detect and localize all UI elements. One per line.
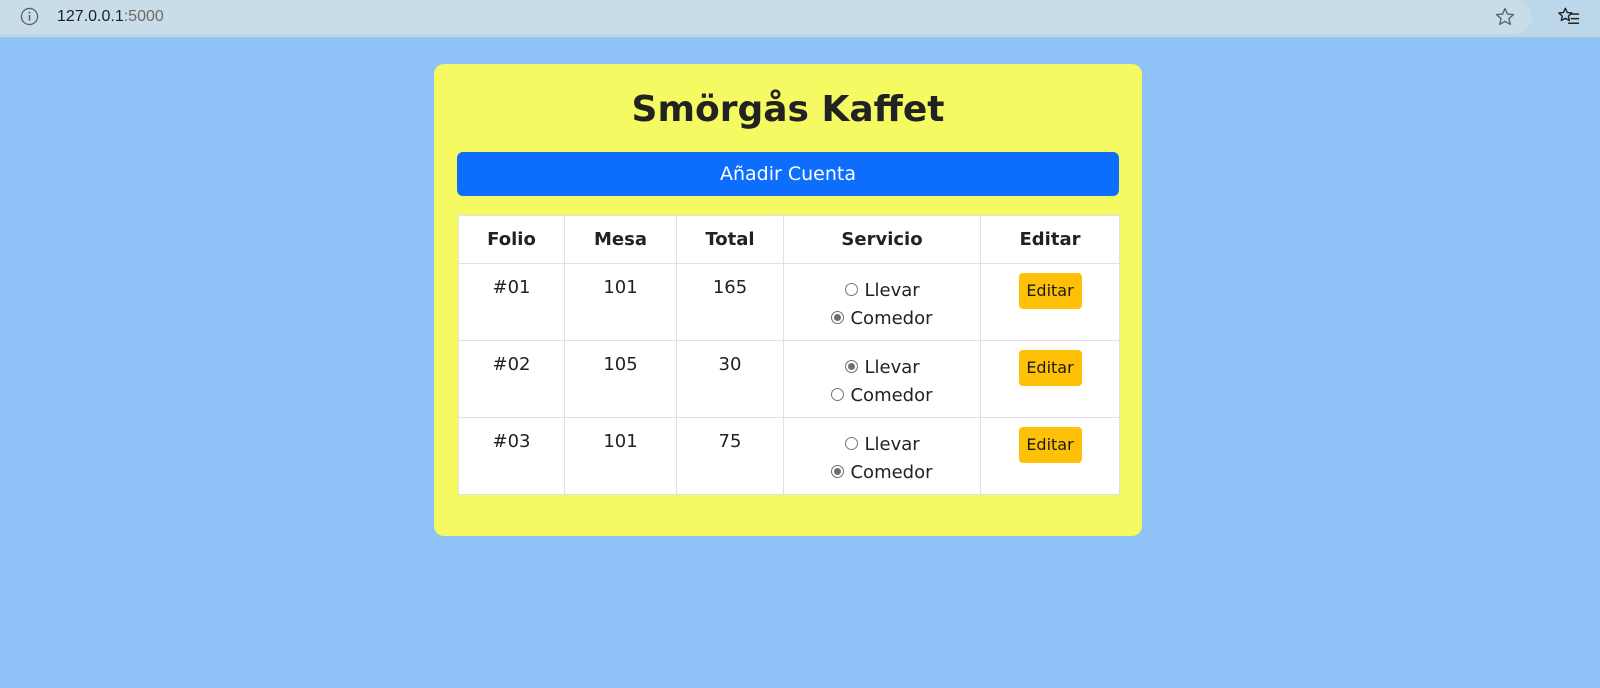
header-mesa: Mesa: [564, 215, 677, 264]
folio-cell: #03: [458, 417, 565, 495]
radio-llevar[interactable]: [845, 436, 859, 450]
folio-cell: #02: [458, 340, 565, 418]
service-radio-group: Llevar Comedor: [831, 418, 933, 487]
add-account-button[interactable]: Añadir Cuenta: [457, 152, 1119, 196]
radio-llevar[interactable]: [845, 359, 859, 373]
favorites-icon[interactable]: [1557, 6, 1581, 28]
mesa-cell: 101: [564, 263, 677, 341]
info-icon[interactable]: [20, 7, 39, 26]
header-servicio: Servicio: [783, 215, 981, 264]
page-title: Smörgås Kaffet: [631, 89, 945, 130]
total-value: 30: [718, 354, 742, 375]
total-value: 75: [718, 431, 742, 452]
mesa-value: 105: [603, 354, 638, 375]
mesa-cell: 101: [564, 417, 677, 495]
folio-value: #03: [492, 431, 531, 452]
header-total: Total: [676, 215, 784, 264]
accounts-table: Folio Mesa Total Servicio Editar #01 101…: [458, 215, 1120, 495]
editar-cell: Editar: [980, 417, 1120, 495]
service-radio-group: Llevar Comedor: [831, 264, 933, 333]
table-row: #02 105 30 Llevar Comedor Editar: [458, 340, 1120, 418]
url-port: :5000: [123, 8, 164, 25]
header-folio: Folio: [458, 215, 565, 264]
option-label: Llevar: [864, 280, 920, 301]
edit-button[interactable]: Editar: [1018, 350, 1082, 386]
radio-llevar[interactable]: [845, 282, 859, 296]
edit-button[interactable]: Editar: [1018, 427, 1082, 463]
service-option-comedor[interactable]: Comedor: [831, 382, 933, 410]
service-option-comedor[interactable]: Comedor: [831, 459, 933, 487]
browser-toolbar: 127.0.0.1:5000: [0, 0, 1600, 38]
header-editar: Editar: [980, 215, 1120, 264]
folio-value: #01: [492, 277, 531, 298]
mesa-value: 101: [603, 277, 638, 298]
total-cell: 30: [676, 340, 784, 418]
option-label: Llevar: [864, 357, 920, 378]
table-row: #03 101 75 Llevar Comedor Editar: [458, 417, 1120, 495]
service-option-comedor[interactable]: Comedor: [831, 305, 933, 333]
radio-comedor[interactable]: [831, 310, 845, 324]
service-option-llevar[interactable]: Llevar: [831, 431, 932, 459]
editar-cell: Editar: [980, 263, 1120, 341]
option-label: Comedor: [850, 462, 933, 483]
total-value: 165: [712, 277, 748, 298]
edit-button[interactable]: Editar: [1018, 273, 1082, 309]
editar-cell: Editar: [980, 340, 1120, 418]
url-text[interactable]: 127.0.0.1:5000: [57, 7, 164, 27]
option-label: Llevar: [864, 434, 920, 455]
folio-value: #02: [492, 354, 531, 375]
total-cell: 165: [676, 263, 784, 341]
option-label: Comedor: [850, 308, 933, 329]
mesa-cell: 105: [564, 340, 677, 418]
service-option-llevar[interactable]: Llevar: [831, 277, 932, 305]
servicio-cell: Llevar Comedor: [783, 263, 981, 341]
folio-cell: #01: [458, 263, 565, 341]
table-row: #01 101 165 Llevar Comedor Editar: [458, 263, 1120, 341]
url-host: 127.0.0.1: [57, 8, 124, 25]
servicio-cell: Llevar Comedor: [783, 340, 981, 418]
servicio-cell: Llevar Comedor: [783, 417, 981, 495]
total-cell: 75: [676, 417, 784, 495]
table-header-row: Folio Mesa Total Servicio Editar: [458, 215, 1120, 264]
option-label: Comedor: [850, 385, 933, 406]
star-icon[interactable]: [1494, 6, 1516, 28]
radio-comedor[interactable]: [831, 387, 845, 401]
service-option-llevar[interactable]: Llevar: [831, 354, 932, 382]
service-radio-group: Llevar Comedor: [831, 341, 933, 410]
address-bar[interactable]: 127.0.0.1:5000: [0, 0, 1532, 34]
radio-comedor[interactable]: [831, 464, 845, 478]
accounts-card: Smörgås Kaffet Añadir Cuenta Folio Mesa …: [434, 64, 1142, 536]
mesa-value: 101: [603, 431, 638, 452]
